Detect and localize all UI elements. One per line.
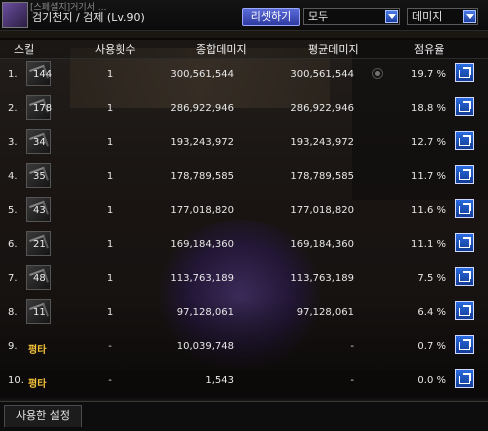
share-arrow-icon[interactable] [455,267,474,286]
tab-used-settings[interactable]: 사용한 설정 [4,405,82,427]
row-number: 4. [8,171,18,182]
use-count: - [108,341,112,352]
share-arrow-icon[interactable] [455,335,474,354]
window-title: 검기천지 / 검제 (Lv.90) [32,11,145,24]
share-percent: 12.7 % [411,137,446,148]
table-row: 5. 43 1 177,018,820 177,018,820 11.6 % [0,194,488,228]
table-row: 1. 144 1 300,561,544 300,561,544 19.7 % [0,58,488,92]
use-count: 1 [106,69,114,80]
average-damage: 177,018,820 [290,205,354,216]
col-share: 점유율 [414,43,445,56]
average-damage: 286,922,946 [290,103,354,114]
average-damage: 169,184,360 [290,239,354,250]
table-row: 3. 34 1 193,243,972 193,243,972 12.7 % [0,126,488,160]
skill-id: 144 [33,69,53,80]
skill-id: 평타 [28,379,47,390]
total-damage: 169,184,360 [170,239,234,250]
filter-select-value: 모두 [308,10,329,23]
average-damage: 97,128,061 [296,307,354,318]
share-arrow-icon[interactable] [455,301,474,320]
share-percent: 19.7 % [411,69,446,80]
table-row: 9. 평타 - 10,039,748 - 0.7 % [0,330,488,364]
share-arrow-icon[interactable] [455,233,474,252]
average-damage: - [350,341,354,352]
row-number: 2. [8,103,18,114]
skill-id: 21 [33,239,46,250]
share-percent: 11.7 % [411,171,446,182]
damage-table: 1. 144 1 300,561,544 300,561,544 19.7 % … [0,58,488,398]
row-number: 10. [8,375,24,386]
share-percent: 6.4 % [417,307,446,318]
use-count: - [108,375,112,386]
use-count: 1 [106,307,114,318]
average-damage: - [350,375,354,386]
share-percent: 11.6 % [411,205,446,216]
table-row: 2. 178 1 286,922,946 286,922,946 18.8 % [0,92,488,126]
average-damage: 300,561,544 [290,69,354,80]
row-number: 6. [8,239,18,250]
chevron-down-icon[interactable] [385,10,398,23]
title-bar: [스페셜지]거기서 ... 검기천지 / 검제 (Lv.90) 리셋하기 모두 … [0,0,488,31]
share-arrow-icon[interactable] [455,63,474,82]
average-damage: 193,243,972 [290,137,354,148]
use-count: 1 [106,273,114,284]
total-damage: 286,922,946 [170,103,234,114]
total-damage: 113,763,189 [170,273,234,284]
col-uses: 사용횟수 [95,43,136,56]
share-percent: 0.0 % [417,375,446,386]
col-total: 종합데미지 [196,43,247,56]
table-header: 스킬 사용횟수 종합데미지 평균데미지 점유율 [0,38,488,59]
row-number: 8. [8,307,18,318]
character-avatar [2,2,28,28]
chevron-down-icon[interactable] [463,10,476,23]
total-damage: 10,039,748 [176,341,234,352]
share-percent: 18.8 % [411,103,446,114]
use-count: 1 [106,205,114,216]
table-row: 6. 21 1 169,184,360 169,184,360 11.1 % [0,228,488,262]
row-number: 5. [8,205,18,216]
total-damage: 97,128,061 [176,307,234,318]
total-damage: 177,018,820 [170,205,234,216]
row-number: 7. [8,273,18,284]
total-damage: 193,243,972 [170,137,234,148]
skill-id: 평타 [28,345,47,356]
skill-id: 11 [33,307,46,318]
footer-bar: 사용한 설정 [0,401,488,431]
use-count: 1 [106,239,114,250]
total-damage: 1,543 [205,375,234,386]
share-arrow-icon[interactable] [455,131,474,150]
skill-id: 178 [33,103,53,114]
skill-id: 43 [33,205,46,216]
average-damage: 178,789,585 [290,171,354,182]
use-count: 1 [106,137,114,148]
use-count: 1 [106,103,114,114]
table-row: 4. 35 1 178,789,585 178,789,585 11.7 % [0,160,488,194]
filter-select[interactable]: 모두 [303,8,400,25]
average-damage: 113,763,189 [290,273,354,284]
skill-id: 48 [33,273,46,284]
type-select-value: 데미지 [412,10,443,23]
skill-id: 34 [33,137,46,148]
type-select[interactable]: 데미지 [407,8,478,25]
table-row: 8. 11 1 97,128,061 97,128,061 6.4 % [0,296,488,330]
share-percent: 7.5 % [417,273,446,284]
row-number: 9. [8,341,18,352]
table-row: 10. 평타 - 1,543 - 0.0 % [0,364,488,398]
table-row: 7. 48 1 113,763,189 113,763,189 7.5 % [0,262,488,296]
total-damage: 300,561,544 [170,69,234,80]
col-skill: 스킬 [14,43,35,56]
share-percent: 0.7 % [417,341,446,352]
row-number: 3. [8,137,18,148]
col-average: 평균데미지 [308,43,359,56]
share-arrow-icon[interactable] [455,199,474,218]
share-arrow-icon[interactable] [455,369,474,388]
share-percent: 11.1 % [411,239,446,250]
share-arrow-icon[interactable] [455,97,474,116]
use-count: 1 [106,171,114,182]
total-damage: 178,789,585 [170,171,234,182]
reset-button[interactable]: 리셋하기 [242,8,300,26]
skill-id: 35 [33,171,46,182]
row-number: 1. [8,69,18,80]
share-arrow-icon[interactable] [455,165,474,184]
